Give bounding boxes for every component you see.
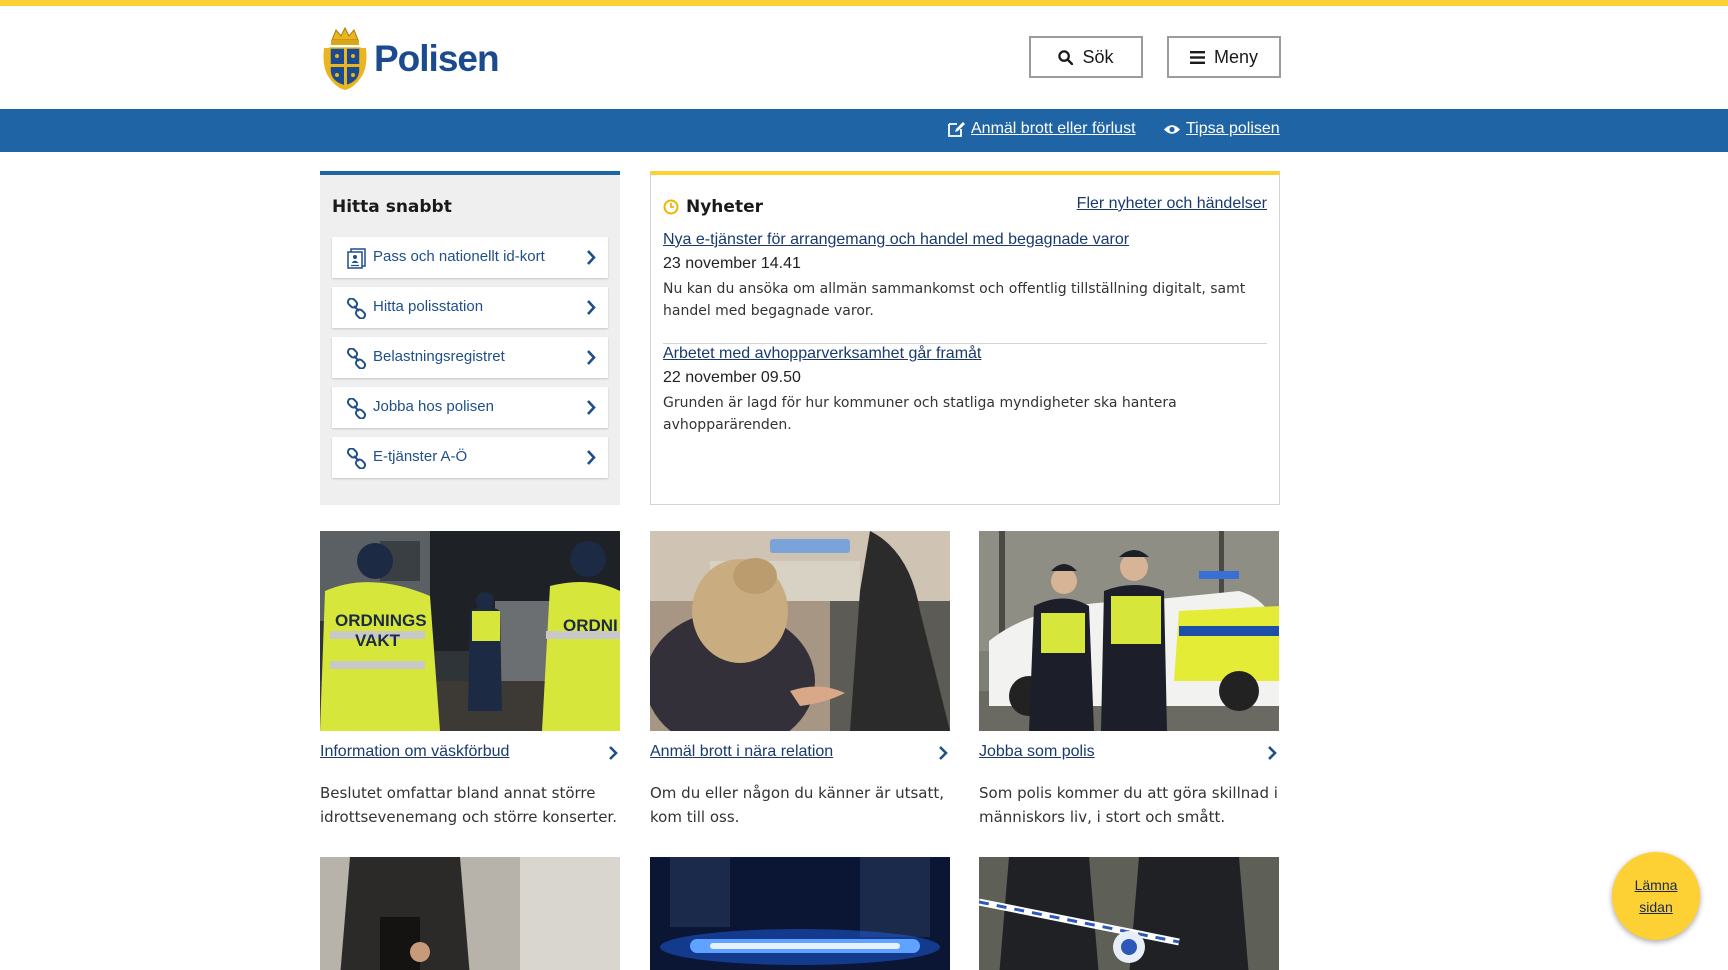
- quick-item-label: Hitta polisstation: [373, 298, 484, 315]
- menu-button-label: Meny: [1213, 46, 1258, 67]
- quick-item-label: Belastningsregistret: [373, 348, 505, 365]
- news-article-date: 23 november 14.41: [663, 255, 801, 272]
- quick-item-label: Jobba hos polisen: [373, 398, 494, 415]
- card-description: Om du eller någon du känner är utsatt, k…: [650, 784, 945, 826]
- search-icon: [1058, 49, 1074, 65]
- link-icon: [346, 398, 367, 419]
- edit-icon: [948, 121, 966, 137]
- chevron-right-icon: [1268, 746, 1277, 760]
- polisen-logo[interactable]: Polisen: [320, 26, 500, 92]
- clock-icon: [663, 199, 679, 215]
- card-link[interactable]: Information om väskförbud: [320, 743, 509, 761]
- news-article-link[interactable]: Nya e-tjänster för arrangemang och hande…: [663, 231, 1267, 249]
- bag-ban-photo: ORDNINGS VAKT ORDNI: [320, 531, 620, 731]
- quick-item-label: Pass och nationellt id-kort: [373, 248, 545, 265]
- news-divider: [663, 343, 1267, 344]
- quick-links-title: Hitta snabbt: [332, 197, 452, 217]
- card-link[interactable]: Jobba som polis: [979, 743, 1095, 761]
- eye-icon: [1163, 123, 1181, 136]
- news-article: Arbetet med avhopparverksamhet går framå…: [663, 345, 1267, 436]
- id-card-icon: [346, 248, 367, 269]
- domestic-violence-photo: [650, 531, 950, 731]
- report-crime-link[interactable]: Anmäl brott eller förlust: [948, 120, 1136, 138]
- chevron-right-icon: [587, 450, 596, 465]
- police-officers-photo: [979, 531, 1279, 731]
- report-crime-label: Anmäl brott eller förlust: [971, 120, 1136, 137]
- leave-site-label: Lämna sidan: [1634, 877, 1678, 915]
- svg-text:ORDNI: ORDNI: [563, 616, 618, 635]
- quick-item-passport[interactable]: Pass och nationellt id-kort: [332, 237, 608, 278]
- news-article-summary: Nu kan du ansöka om allmän sammankomst o…: [663, 281, 1246, 319]
- menu-button[interactable]: Meny: [1167, 36, 1281, 78]
- quick-item-criminal-register[interactable]: Belastningsregistret: [332, 337, 608, 378]
- chevron-right-icon: [609, 746, 618, 760]
- chevron-right-icon: [587, 400, 596, 415]
- service-bar: Anmäl brott eller förlust Tipsa polisen: [0, 109, 1728, 152]
- logo-wordmark: Polisen: [374, 38, 500, 79]
- svg-text:VAKT: VAKT: [355, 631, 401, 650]
- tip-police-link[interactable]: Tipsa polisen: [1163, 120, 1280, 138]
- quick-item-eservices[interactable]: E-tjänster A-Ö: [332, 437, 608, 478]
- card-link[interactable]: Anmäl brott i nära relation: [650, 743, 833, 761]
- link-icon: [346, 348, 367, 369]
- feature-card-image: [979, 857, 1279, 970]
- more-news-link[interactable]: Fler nyheter och händelser: [1077, 195, 1267, 213]
- hamburger-icon: [1189, 50, 1205, 64]
- card-description: Som polis kommer du att göra skillnad i …: [979, 784, 1278, 826]
- feature-card: Anmäl brott i nära relation Om du eller …: [650, 531, 950, 826]
- crest-icon: [323, 26, 367, 90]
- search-button-label: Sök: [1082, 46, 1114, 67]
- quick-item-police-station[interactable]: Hitta polisstation: [332, 287, 608, 328]
- chevron-right-icon: [587, 300, 596, 315]
- link-icon: [346, 448, 367, 469]
- feature-card-image: [650, 857, 950, 970]
- chevron-right-icon: [939, 746, 948, 760]
- news-article-date: 22 november 09.50: [663, 369, 801, 386]
- quick-item-label: E-tjänster A-Ö: [373, 448, 468, 465]
- quick-links-panel: Hitta snabbt Pass och nationellt id-kort…: [320, 171, 620, 505]
- feature-card: Jobba som polis Som polis kommer du att …: [979, 531, 1279, 826]
- svg-text:ORDNINGS: ORDNINGS: [335, 611, 427, 630]
- site-header: Polisen Sök Meny: [0, 6, 1728, 109]
- news-article-summary: Grunden är lagd för hur kommuner och sta…: [663, 395, 1177, 433]
- chevron-right-icon: [587, 250, 596, 265]
- news-heading: Nyheter: [663, 197, 763, 217]
- quick-item-jobs[interactable]: Jobba hos polisen: [332, 387, 608, 428]
- search-button[interactable]: Sök: [1029, 36, 1143, 78]
- news-panel: Nyheter Fler nyheter och händelser Nya e…: [650, 171, 1280, 505]
- card-description: Beslutet omfattar bland annat större idr…: [320, 784, 617, 826]
- link-icon: [346, 298, 367, 319]
- leave-site-button[interactable]: Lämna sidan: [1612, 852, 1700, 940]
- feature-card-image: [320, 857, 620, 970]
- tip-police-label: Tipsa polisen: [1186, 120, 1280, 137]
- news-title: Nyheter: [686, 197, 763, 217]
- news-article-link[interactable]: Arbetet med avhopparverksamhet går framå…: [663, 345, 1267, 363]
- chevron-right-icon: [587, 350, 596, 365]
- feature-card: ORDNINGS VAKT ORDNI Information om väskf…: [320, 531, 620, 826]
- news-article: Nya e-tjänster för arrangemang och hande…: [663, 231, 1267, 322]
